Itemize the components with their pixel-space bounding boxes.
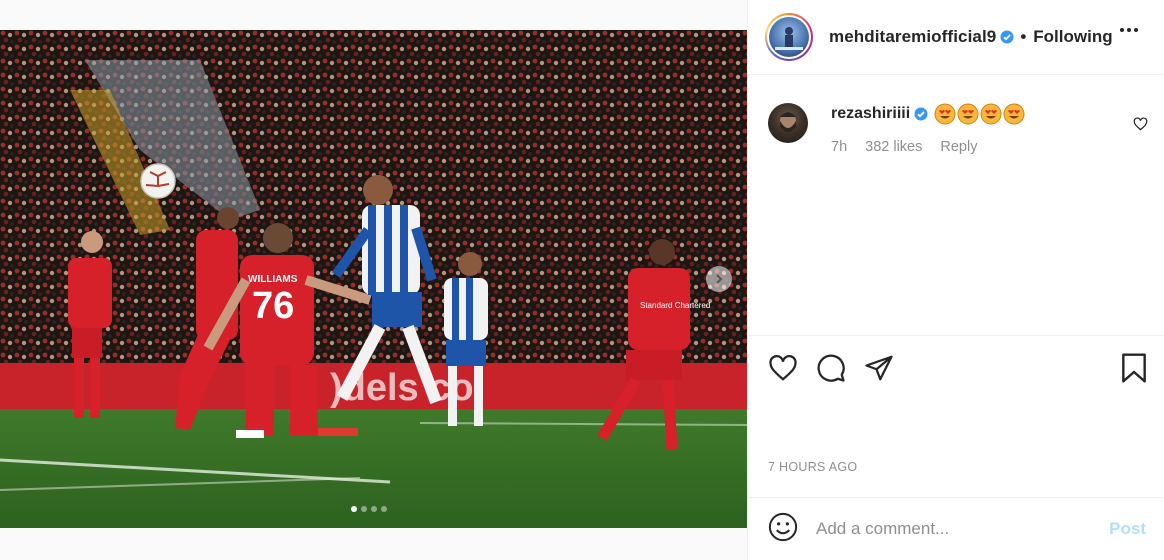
- heart-icon[interactable]: [768, 354, 798, 382]
- post-actions: [768, 352, 1148, 384]
- svg-text:76: 76: [252, 285, 294, 327]
- comment-time: 7h: [831, 139, 848, 155]
- verified-badge-icon: [1000, 30, 1014, 44]
- comment-item: rezashiriiii 7h 382 likes Reply: [748, 75, 1164, 335]
- owner-username[interactable]: mehditaremiofficial9: [829, 27, 996, 47]
- header-separator: •: [1020, 27, 1027, 46]
- verified-badge-icon: [914, 107, 928, 121]
- carousel-dot: [351, 506, 357, 512]
- comment-like-icon[interactable]: [1133, 117, 1148, 136]
- heart-eyes-emoji-icon: [934, 103, 956, 125]
- post-photo: )dels co WILLIAMS 76 Standard Chartered: [0, 30, 747, 528]
- comment-input[interactable]: [816, 519, 1086, 539]
- post-timestamp[interactable]: 7 HOURS AGO: [768, 460, 857, 474]
- carousel-dot: [381, 506, 387, 512]
- emoji-icon[interactable]: [768, 512, 798, 547]
- post-media[interactable]: )dels co WILLIAMS 76 Standard Chartered: [0, 30, 747, 528]
- reply-button[interactable]: Reply: [940, 139, 977, 155]
- carousel-next-icon[interactable]: [706, 266, 732, 292]
- svg-text:WILLIAMS: WILLIAMS: [248, 274, 298, 285]
- add-comment-bar: Post: [748, 497, 1164, 560]
- svg-text:Standard Chartered: Standard Chartered: [640, 301, 710, 310]
- comment-text: [934, 103, 1025, 125]
- comment-meta: 7h 382 likes Reply: [831, 139, 1164, 155]
- heart-eyes-emoji-icon: [1003, 103, 1025, 125]
- heart-eyes-emoji-icon: [957, 103, 979, 125]
- divider: [748, 335, 1164, 336]
- commenter-avatar[interactable]: [768, 103, 808, 143]
- post-header: mehditaremiofficial9 • Following: [748, 0, 1164, 75]
- comment-icon[interactable]: [816, 353, 846, 383]
- bookmark-icon[interactable]: [1120, 352, 1148, 384]
- following-button[interactable]: Following: [1033, 27, 1112, 47]
- carousel-dot: [361, 506, 367, 512]
- owner-avatar[interactable]: [765, 13, 813, 61]
- carousel-dot: [371, 506, 377, 512]
- share-icon[interactable]: [864, 354, 894, 382]
- commenter-username[interactable]: rezashiriiii: [831, 105, 910, 123]
- more-options-icon[interactable]: [1120, 28, 1138, 32]
- post-comment-button[interactable]: Post: [1109, 519, 1146, 539]
- carousel-indicator: [351, 506, 387, 512]
- comment-likes[interactable]: 382 likes: [865, 139, 922, 155]
- post-side-panel: mehditaremiofficial9 • Following rezashi…: [747, 0, 1164, 560]
- owner-avatar-image: [769, 17, 809, 57]
- heart-eyes-emoji-icon: [980, 103, 1002, 125]
